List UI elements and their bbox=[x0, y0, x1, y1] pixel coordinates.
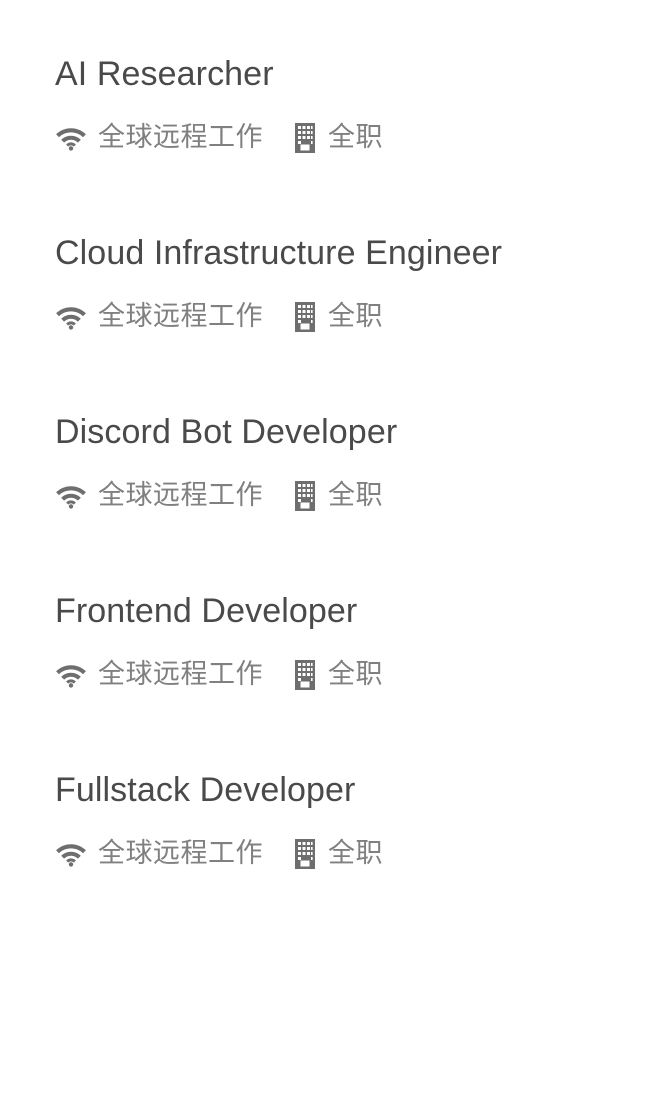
job-employment-label: 全职 bbox=[328, 838, 383, 869]
job-card[interactable]: Cloud Infrastructure Engineer 全球远程工作 全职 bbox=[55, 233, 652, 334]
job-employment-label: 全职 bbox=[328, 301, 383, 332]
job-location-label: 全球远程工作 bbox=[98, 838, 263, 869]
wifi-icon bbox=[55, 304, 87, 330]
job-meta-row: 全球远程工作 全职 bbox=[55, 121, 652, 155]
job-employment-type: 全职 bbox=[294, 121, 383, 155]
job-employment-label: 全职 bbox=[328, 480, 383, 511]
job-card[interactable]: Discord Bot Developer 全球远程工作 全职 bbox=[55, 412, 652, 513]
job-title[interactable]: Discord Bot Developer bbox=[55, 412, 652, 452]
job-location-label: 全球远程工作 bbox=[98, 301, 263, 332]
job-employment-type: 全职 bbox=[294, 837, 383, 871]
job-card[interactable]: Frontend Developer 全球远程工作 全职 bbox=[55, 591, 652, 692]
building-icon bbox=[294, 123, 316, 153]
job-title[interactable]: AI Researcher bbox=[55, 54, 652, 94]
job-location: 全球远程工作 bbox=[55, 658, 263, 692]
job-employment-type: 全职 bbox=[294, 300, 383, 334]
job-employment-label: 全职 bbox=[328, 122, 383, 153]
wifi-icon bbox=[55, 125, 87, 151]
job-card[interactable]: Fullstack Developer 全球远程工作 全职 bbox=[55, 770, 652, 871]
job-location-label: 全球远程工作 bbox=[98, 122, 263, 153]
job-location: 全球远程工作 bbox=[55, 121, 263, 155]
wifi-icon bbox=[55, 841, 87, 867]
job-employment-type: 全职 bbox=[294, 479, 383, 513]
job-location: 全球远程工作 bbox=[55, 837, 263, 871]
job-location: 全球远程工作 bbox=[55, 479, 263, 513]
building-icon bbox=[294, 481, 316, 511]
building-icon bbox=[294, 839, 316, 869]
wifi-icon bbox=[55, 662, 87, 688]
job-title[interactable]: Fullstack Developer bbox=[55, 770, 652, 810]
job-location-label: 全球远程工作 bbox=[98, 480, 263, 511]
job-title[interactable]: Frontend Developer bbox=[55, 591, 652, 631]
wifi-icon bbox=[55, 483, 87, 509]
job-location-label: 全球远程工作 bbox=[98, 659, 263, 690]
building-icon bbox=[294, 660, 316, 690]
job-meta-row: 全球远程工作 全职 bbox=[55, 479, 652, 513]
job-card[interactable]: AI Researcher 全球远程工作 全职 bbox=[55, 54, 652, 155]
building-icon bbox=[294, 302, 316, 332]
job-meta-row: 全球远程工作 全职 bbox=[55, 300, 652, 334]
job-employment-type: 全职 bbox=[294, 658, 383, 692]
job-employment-label: 全职 bbox=[328, 659, 383, 690]
job-meta-row: 全球远程工作 全职 bbox=[55, 658, 652, 692]
job-title[interactable]: Cloud Infrastructure Engineer bbox=[55, 233, 652, 273]
job-location: 全球远程工作 bbox=[55, 300, 263, 334]
job-listing-list: AI Researcher 全球远程工作 全职 Cloud Infrastruc… bbox=[0, 0, 672, 871]
job-meta-row: 全球远程工作 全职 bbox=[55, 837, 652, 871]
